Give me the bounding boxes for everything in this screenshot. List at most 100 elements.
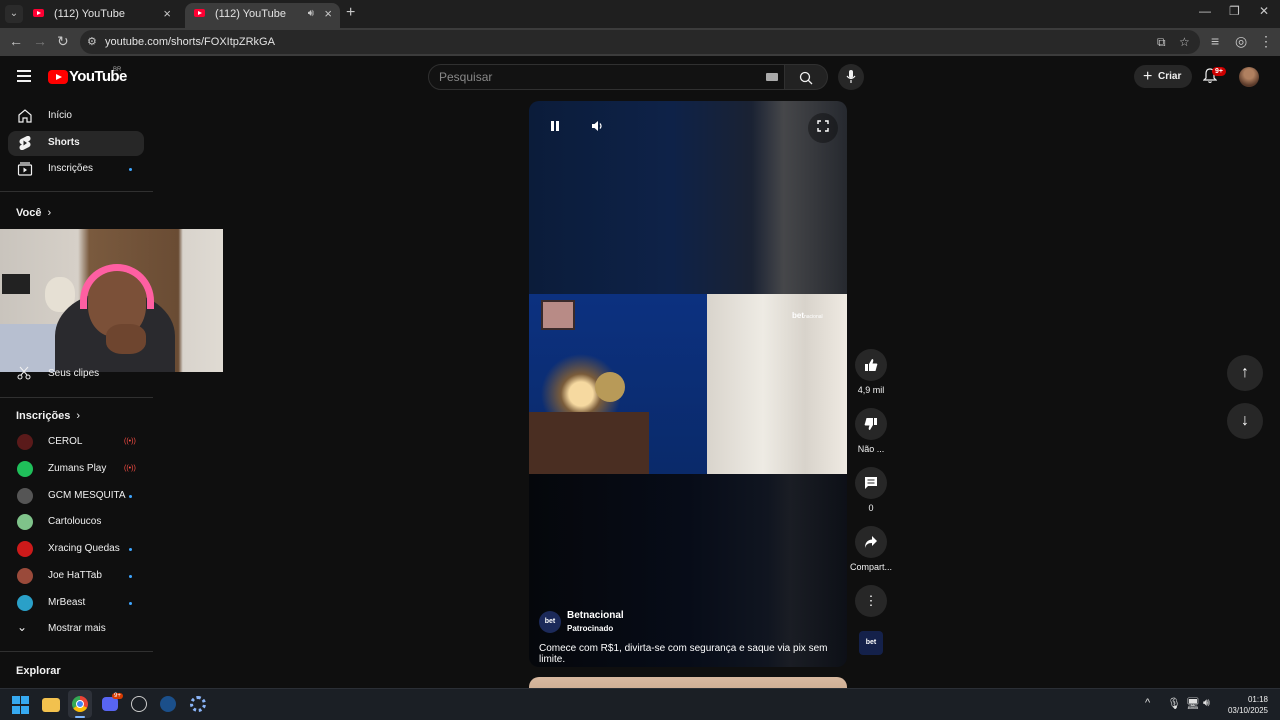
channel-name: Zumans Play (48, 462, 107, 474)
more-options-button[interactable]: ⋮ (855, 585, 887, 617)
menu-icon[interactable] (17, 70, 31, 82)
tab-title: (112) YouTube (215, 8, 286, 20)
comments-button[interactable] (855, 467, 887, 499)
home-icon (18, 109, 32, 123)
sidebar-item-label: Início (48, 110, 72, 121)
sidebar-channel-item[interactable]: MrBeast (8, 591, 144, 616)
start-button-icon[interactable] (12, 696, 30, 714)
video-frame-blurred-bottom (529, 474, 847, 667)
discord-badge: 9+ (112, 693, 123, 699)
tab-audio-icon[interactable]: 🔊︎ (308, 3, 314, 25)
settings-gear-icon[interactable] (190, 696, 206, 712)
volume-button[interactable] (582, 113, 612, 143)
video-frame: betnacional (529, 294, 847, 474)
steam-icon[interactable] (160, 696, 176, 712)
search-input[interactable] (439, 70, 739, 84)
keyboard-icon[interactable] (766, 73, 778, 81)
sidebar-channel-item[interactable]: GCM MESQUITA (8, 484, 144, 509)
taskbar-clock[interactable]: 01:18 03/10/2025 (1222, 694, 1268, 716)
channel-avatar (17, 541, 33, 558)
show-more-button[interactable]: ⌄ Mostrar mais (8, 617, 144, 642)
tray-microphone-icon[interactable]: 🎙︎ (1167, 697, 1181, 710)
media-control-icon[interactable]: ≡ (1211, 33, 1219, 49)
discord-icon[interactable] (102, 697, 118, 711)
advertiser-name[interactable]: Betnacional (567, 610, 624, 621)
advertiser-brand-tile[interactable]: bet (859, 631, 883, 655)
next-short-button[interactable]: ↓ (1227, 403, 1263, 439)
channel-name: MrBeast (48, 596, 86, 608)
pink-headphones (80, 264, 154, 309)
shorts-player[interactable]: betnacional bet Betnacional Patrocinado … (529, 101, 847, 667)
subscriptions-section-heading[interactable]: Inscrições › (16, 410, 80, 422)
tab-title: (112) YouTube (54, 8, 125, 20)
sidebar-channel-item[interactable]: Joe HaTTab (8, 564, 144, 589)
you-section-heading[interactable]: Você › (16, 207, 51, 219)
volume-icon (592, 121, 602, 131)
tray-volume-icon[interactable]: 🔊︎ (1203, 697, 1210, 710)
dislike-button[interactable] (855, 408, 887, 440)
channel-avatar (17, 514, 33, 531)
channel-name: CEROL (48, 436, 83, 447)
comment-icon (865, 477, 877, 489)
channel-name: Cartoloucos (48, 516, 102, 528)
browser-menu-icon[interactable]: ⋮ (1259, 33, 1273, 50)
sidebar-item-home[interactable]: Início (8, 104, 144, 129)
advertiser-avatar[interactable]: bet (539, 611, 561, 633)
chrome-icon[interactable] (72, 696, 88, 712)
back-icon[interactable]: ← (9, 33, 23, 49)
sidebar-item-subscriptions[interactable]: Inscrições (8, 157, 144, 182)
minimize-icon[interactable]: — (1199, 4, 1211, 18)
game-controller-icon[interactable] (131, 696, 147, 712)
share-button[interactable] (855, 526, 887, 558)
create-button[interactable]: + Criar (1134, 65, 1192, 88)
pause-button[interactable] (540, 113, 570, 143)
thumbs-up-icon (865, 359, 878, 371)
tray-overflow-icon[interactable]: ^ (1145, 697, 1150, 709)
sidebar-channel-item[interactable]: Xracing Quedas (8, 537, 144, 562)
subscriptions-heading-text: Inscrições (16, 410, 71, 422)
browser-tab[interactable]: (112) YouTube × (24, 3, 179, 28)
tray-network-icon[interactable]: 🖥︎ (1186, 697, 1200, 710)
bookmark-star-icon[interactable]: ☆ (1179, 35, 1190, 49)
url-text[interactable]: youtube.com/shorts/FOXItpZRkGA (105, 36, 275, 48)
like-button[interactable] (855, 349, 887, 381)
new-content-dot (129, 548, 132, 552)
sidebar-item-label: Inscrições (48, 163, 94, 174)
file-explorer-icon[interactable] (42, 698, 60, 712)
tab-search-dropdown-icon[interactable]: ⌄ (5, 5, 23, 23)
country-code: BR (113, 67, 122, 73)
address-bar[interactable]: ⚙︎ youtube.com/shorts/FOXItpZRkGA ⧉ ☆ (80, 30, 1200, 54)
channel-avatar (17, 594, 33, 611)
reload-icon[interactable]: ↻ (57, 33, 69, 50)
restore-icon[interactable]: ❐ (1229, 4, 1240, 18)
sidebar-item-shorts[interactable]: Shorts (8, 131, 144, 156)
profile-icon[interactable]: ◎ (1235, 33, 1247, 50)
account-avatar[interactable] (1239, 67, 1259, 87)
forward-icon[interactable]: → (33, 33, 47, 49)
install-app-icon[interactable]: ⧉ (1157, 35, 1166, 50)
new-tab-button[interactable]: + (346, 4, 355, 22)
channel-name: Xracing Quedas (48, 543, 120, 555)
window-close-icon[interactable]: ✕ (1259, 4, 1269, 18)
sidebar-item-your-clips[interactable]: Seus clipes (48, 368, 99, 379)
sidebar-channel-item[interactable]: Zumans Play ((•)) (8, 457, 144, 482)
sidebar-divider (0, 651, 153, 652)
browser-tab-active[interactable]: (112) YouTube 🔊︎ × (185, 3, 340, 28)
live-indicator-icon: ((•)) (124, 464, 136, 472)
site-info-icon[interactable]: ⚙︎ (87, 35, 97, 48)
search-box[interactable] (428, 64, 785, 90)
tab-close-icon[interactable]: × (324, 3, 332, 25)
taskbar-active-indicator (75, 716, 85, 718)
previous-short-button[interactable]: ↑ (1227, 355, 1263, 391)
voice-search-button[interactable] (838, 64, 864, 90)
youtube-favicon-icon (194, 9, 205, 17)
youtube-logo-icon[interactable] (48, 70, 68, 84)
search-button[interactable] (785, 64, 828, 90)
chevron-right-icon: › (76, 410, 81, 422)
fullscreen-button[interactable] (808, 113, 838, 143)
channel-name: Joe HaTTab (48, 570, 102, 581)
sidebar-channel-item[interactable]: Cartoloucos (8, 510, 144, 535)
sidebar-channel-item[interactable]: CEROL ((•)) (8, 430, 144, 455)
scissors-icon (17, 366, 31, 380)
tab-close-icon[interactable]: × (163, 3, 171, 25)
